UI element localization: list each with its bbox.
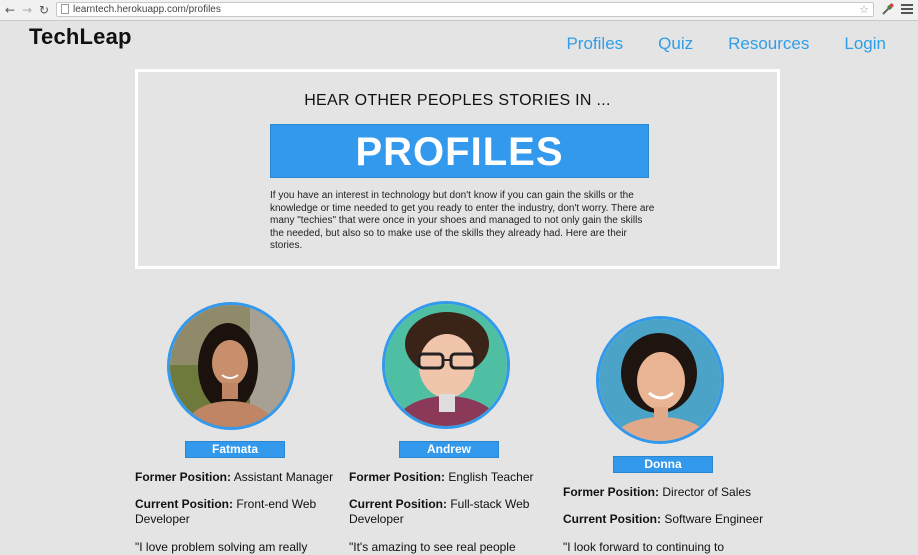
former-position: Former Position: Director of Sales xyxy=(563,485,752,499)
back-arrow-icon[interactable]: ← xyxy=(3,3,17,17)
main-nav: Profiles Quiz Resources Login xyxy=(531,34,886,54)
former-position: Former Position: Assistant Manager xyxy=(135,470,334,484)
page-icon xyxy=(61,4,69,14)
avatar-fatmata xyxy=(167,302,295,430)
profile-name-fatmata[interactable]: Fatmata xyxy=(185,441,285,458)
former-position: Former Position: English Teacher xyxy=(349,470,534,484)
hero-panel: HEAR OTHER PEOPLES STORIES IN ... PROFIL… xyxy=(135,69,780,269)
profile-name-andrew[interactable]: Andrew xyxy=(399,441,499,458)
current-position: Current Position: Full-stack Web Develop… xyxy=(349,497,530,526)
reload-icon[interactable]: ↻ xyxy=(37,3,51,17)
site-logo[interactable]: TechLeap xyxy=(29,24,132,50)
current-position: Current Position: Front-end Web Develope… xyxy=(135,497,317,526)
eyedropper-extension-icon[interactable] xyxy=(880,2,895,17)
address-url[interactable]: learntech.herokuapp.com/profiles xyxy=(73,4,221,16)
hero-kicker: HEAR OTHER PEOPLES STORIES IN ... xyxy=(304,92,611,109)
hero-description: If you have an interest in technology bu… xyxy=(270,190,655,252)
hero-banner: PROFILES xyxy=(270,124,649,178)
bookmark-star-icon[interactable]: ☆ xyxy=(859,3,869,16)
nav-profiles[interactable]: Profiles xyxy=(566,34,623,54)
browser-toolbar: ← → ↻ learntech.herokuapp.com/profiles ☆ xyxy=(0,0,918,21)
avatar-donna xyxy=(596,316,724,444)
nav-resources[interactable]: Resources xyxy=(728,34,809,54)
current-position: Current Position: Software Engineer xyxy=(563,512,764,526)
avatar-andrew xyxy=(382,301,510,429)
nav-quiz[interactable]: Quiz xyxy=(658,34,693,54)
profile-name-donna[interactable]: Donna xyxy=(613,456,713,473)
browser-menu-icon[interactable] xyxy=(901,4,913,16)
forward-arrow-icon[interactable]: → xyxy=(20,3,34,17)
nav-login[interactable]: Login xyxy=(844,34,886,54)
profile-quote: "It's amazing to see real people xyxy=(349,540,516,554)
profile-quote: "I look forward to continuing to xyxy=(563,540,725,554)
address-bar[interactable]: learntech.herokuapp.com/profiles ☆ xyxy=(56,2,874,17)
profile-quote: "I love problem solving am really xyxy=(135,540,308,554)
